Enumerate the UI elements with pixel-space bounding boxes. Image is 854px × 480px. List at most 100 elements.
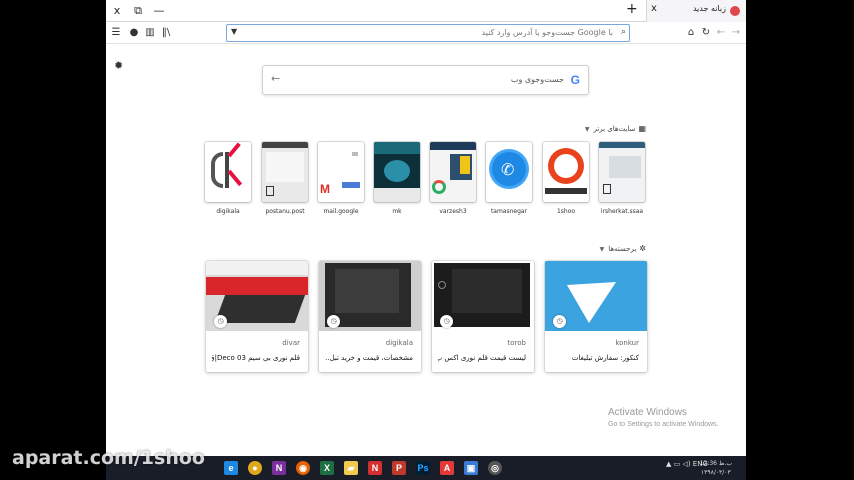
history-icon: ◷ xyxy=(327,315,340,328)
account-icon[interactable]: ● xyxy=(127,26,141,40)
top-site-digikala[interactable]: digikala xyxy=(205,142,251,215)
gear-icon[interactable]: ✹ xyxy=(114,59,123,72)
site-thumbnail: M xyxy=(318,142,364,202)
grid-icon: ▦ xyxy=(638,124,646,133)
firefox-icon xyxy=(730,6,740,16)
highlight-title: کنکور: سفارش تبلیغات xyxy=(571,354,639,362)
highlight-card-torob[interactable]: ◷ torob لیست قیمت قلم نوری اکس پ... xyxy=(432,261,534,372)
menu-icon[interactable]: ☰ xyxy=(109,26,123,40)
highlight-card-divar[interactable]: ◷ divar قلم نوری بی سیم Deco 03|ق... xyxy=(206,261,308,372)
onenote-icon[interactable]: N xyxy=(272,461,286,475)
url-bar[interactable]: ▼ با Google جست‌وجو یا آدرس وارد کنید ⌕ xyxy=(226,24,630,42)
arrow-left-icon[interactable]: ← xyxy=(271,72,280,85)
close-tab-button[interactable]: x xyxy=(651,3,657,14)
image-viewer-icon[interactable]: ▣ xyxy=(464,461,478,475)
tab-title: زبانه جدید xyxy=(692,4,726,13)
site-thumbnail xyxy=(205,142,251,202)
highlight-host: konkur xyxy=(615,339,639,347)
highlight-card-konkur[interactable]: ◷ konkur کنکور: سفارش تبلیغات xyxy=(545,261,647,372)
highlight-image: ◷ xyxy=(319,261,421,331)
activation-subtitle: Go to Settings to activate Windows. xyxy=(608,421,719,428)
close-window-button[interactable]: x xyxy=(108,3,126,19)
site-label: mail.google xyxy=(323,208,359,215)
site-thumbnail xyxy=(374,142,420,202)
sidebar-icon[interactable]: ▥ xyxy=(143,26,157,40)
chevron-down-icon[interactable]: ▼ xyxy=(231,27,237,36)
top-site-1shoo[interactable]: 1shoo xyxy=(543,142,589,215)
home-icon[interactable]: ⌂ xyxy=(684,26,698,40)
new-tab-page: ✹ G جست‌وجوی وب ← ▦سایت‌های برتر▼ xyxy=(106,45,746,456)
clock[interactable]: 12:36 ب.ظ ۱۳۹۸/۰۳/۰۳ xyxy=(700,459,732,477)
site-label: irsherkat.ssaa xyxy=(600,208,644,215)
search-placeholder: جست‌وجوی وب xyxy=(510,75,564,84)
clock-time: 12:36 ب.ظ xyxy=(699,460,732,467)
history-icon: ◷ xyxy=(553,315,566,328)
site-thumbnail xyxy=(262,142,308,202)
firefox-taskbar-icon[interactable]: ◉ xyxy=(296,461,310,475)
highlight-image: ◷ xyxy=(432,261,534,331)
top-site-varzesh3[interactable]: varzesh3 xyxy=(430,142,476,215)
history-icon: ◷ xyxy=(214,315,227,328)
url-placeholder: با Google جست‌وجو یا آدرس وارد کنید xyxy=(481,28,613,37)
site-label: digikala xyxy=(216,208,240,215)
browser-window: x ⧉ — + زبانه جدید x ☰ ● ▥ ‖\ ▼ با Googl… xyxy=(106,0,746,456)
google-logo: G xyxy=(570,73,580,87)
site-label: mk xyxy=(392,208,402,215)
minimize-window-button[interactable]: — xyxy=(150,3,168,19)
highlight-host: divar xyxy=(282,339,300,347)
site-label: 1shoo xyxy=(556,208,576,215)
top-site-mk[interactable]: mk xyxy=(374,142,420,215)
highlights-title: برجسته‌ها xyxy=(608,245,637,253)
media-icon[interactable]: ◎ xyxy=(488,461,502,475)
new-tab-button[interactable]: + xyxy=(626,1,638,17)
chevron-down-icon[interactable]: ▼ xyxy=(600,246,605,253)
highlight-title: قلم نوری بی سیم Deco 03|ق... xyxy=(212,354,300,362)
highlight-title: لیست قیمت قلم نوری اکس پ... xyxy=(438,354,526,362)
top-sites-header[interactable]: ▦سایت‌های برتر▼ xyxy=(585,124,646,133)
top-site-postanu[interactable]: postanu.post xyxy=(262,142,308,215)
folder-icon[interactable]: ▰ xyxy=(344,461,358,475)
activation-title: Activate Windows xyxy=(608,407,687,418)
powerpoint-icon[interactable]: P xyxy=(392,461,406,475)
forward-icon[interactable]: ← xyxy=(714,26,728,40)
reload-icon[interactable]: ↻ xyxy=(699,26,713,40)
highlight-host: torob xyxy=(507,339,526,347)
site-label: varzesh3 xyxy=(439,208,467,215)
web-search-box[interactable]: G جست‌وجوی وب ← xyxy=(262,65,589,95)
library-icon[interactable]: ‖\ xyxy=(159,26,173,40)
top-sites-title: سایت‌های برتر xyxy=(593,125,636,133)
highlight-title: مشخصات، قیمت و خرید تبل... xyxy=(325,354,413,362)
site-thumbnail: ✆ xyxy=(486,142,532,202)
top-site-tamasnegar[interactable]: ✆ tamasnegar xyxy=(486,142,532,215)
highlight-image: ◷ xyxy=(545,261,647,331)
highlights-grid: ◷ divar قلم نوری بی سیم Deco 03|ق... ◷ d… xyxy=(205,261,647,373)
highlight-host: digikala xyxy=(385,339,413,347)
highlight-image: ◷ xyxy=(206,261,308,331)
tab-strip: x ⧉ — + زبانه جدید x xyxy=(106,0,746,22)
highlights-header[interactable]: ✲برجسته‌ها▼ xyxy=(600,244,646,253)
windows-activation-notice: Activate Windows Go to Settings to activ… xyxy=(608,407,719,428)
top-site-irsherkat[interactable]: irsherkat.ssaa xyxy=(599,142,645,215)
site-label: postanu.post xyxy=(265,208,305,215)
aparat-watermark: aparat.com/1shoo xyxy=(12,447,205,469)
top-sites-grid: digikala postanu.post M mail.google mk v… xyxy=(205,142,647,222)
site-thumbnail xyxy=(599,142,645,202)
highlight-card-digikala[interactable]: ◷ digikala مشخصات، قیمت و خرید تبل... xyxy=(319,261,421,372)
app-icon[interactable]: N xyxy=(368,461,382,475)
clock-date: ۱۳۹۸/۰۳/۰۳ xyxy=(700,469,731,476)
site-thumbnail xyxy=(543,142,589,202)
restore-window-button[interactable]: ⧉ xyxy=(129,3,147,19)
site-label: tamasnegar xyxy=(490,208,528,215)
photoshop-icon[interactable]: Ps xyxy=(416,461,430,475)
site-thumbnail xyxy=(430,142,476,202)
chrome-icon[interactable]: ● xyxy=(248,461,262,475)
video-frame: x ⧉ — + زبانه جدید x ☰ ● ▥ ‖\ ▼ با Googl… xyxy=(0,0,854,480)
edge-icon[interactable]: e xyxy=(224,461,238,475)
back-icon[interactable]: → xyxy=(729,26,743,40)
navigation-bar: ☰ ● ▥ ‖\ ▼ با Google جست‌وجو یا آدرس وار… xyxy=(106,22,746,44)
tab-new-tab[interactable]: زبانه جدید x xyxy=(646,0,746,22)
chevron-down-icon[interactable]: ▼ xyxy=(585,126,590,133)
acrobat-icon[interactable]: A xyxy=(440,461,454,475)
excel-icon[interactable]: X xyxy=(320,461,334,475)
top-site-mail-google[interactable]: M mail.google xyxy=(318,142,364,215)
